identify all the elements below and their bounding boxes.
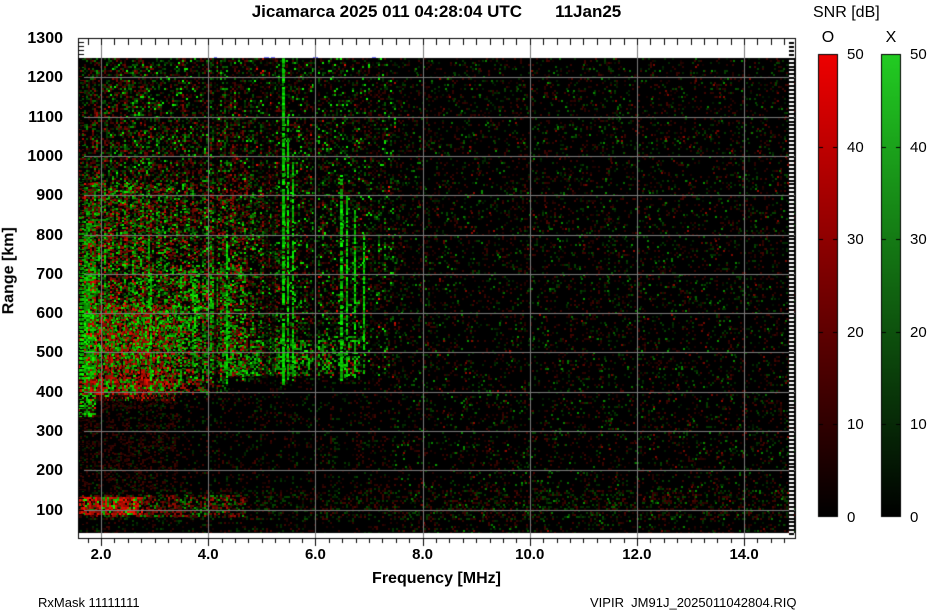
colorbar-x-mode-label: X	[885, 29, 897, 46]
y-tick-label: 500	[36, 344, 63, 362]
y-tick-label: 900	[36, 187, 63, 205]
y-tick-label: 1100	[28, 108, 63, 126]
x-tick-label: 2.0	[90, 546, 112, 563]
colorbar-tick-label: 30	[847, 231, 864, 249]
colorbar-tick-label: 20	[910, 323, 927, 341]
ionogram-page: Jicamarca 2025 011 04:28:04 UTC 11Jan25 …	[0, 0, 932, 614]
y-tick-label: 800	[36, 226, 63, 244]
colorbar-tick-label: 50	[910, 46, 927, 63]
colorbar-tick-label: 10	[847, 416, 864, 434]
y-tick-label: 400	[36, 383, 63, 401]
y-tick-label: 300	[36, 423, 63, 441]
x-tick-label: 6.0	[304, 546, 326, 563]
colorbar-tick-label: 10	[910, 416, 927, 434]
y-tick-label: 200	[36, 462, 63, 480]
y-tick-label: 1200	[27, 69, 63, 87]
rxmask-text: RxMask 11111111	[38, 595, 140, 610]
ionogram-plot-canvas	[0, 0, 932, 614]
colorbar-tick-label: 40	[910, 138, 927, 156]
x-axis-label: Frequency [MHz]	[372, 570, 501, 587]
colorbar-o-mode-label: O	[821, 29, 835, 46]
colorbar-tick-label: 30	[910, 231, 927, 249]
colorbar-tick-label: 50	[847, 46, 864, 63]
plot-title: Jicamarca 2025 011 04:28:04 UTC 11Jan25	[251, 2, 622, 21]
y-tick-label: 1000	[27, 147, 63, 165]
x-tick-label: 12.0	[622, 546, 652, 563]
colorbar-tick-label: 0	[910, 509, 919, 526]
x-tick-label: 10.0	[515, 546, 545, 563]
filename-text: VIPIR JM91J_2025011042804.RIQ	[590, 595, 797, 610]
y-tick-label: 1300	[27, 30, 63, 47]
colorbar-tick-label: 20	[847, 323, 864, 341]
colorbar-tick-label: 0	[847, 509, 856, 526]
x-tick-label: 4.0	[197, 546, 219, 563]
x-tick-label: 14.0	[729, 546, 759, 563]
y-tick-label: 700	[36, 265, 63, 283]
y-axis-label: Range [km]	[0, 227, 18, 315]
colorbar-tick-label: 40	[847, 138, 864, 156]
y-tick-label: 100	[36, 501, 63, 519]
x-tick-label: 8.0	[412, 546, 433, 563]
colorbar-title: SNR [dB]	[813, 4, 880, 21]
y-tick-label: 600	[36, 305, 63, 323]
